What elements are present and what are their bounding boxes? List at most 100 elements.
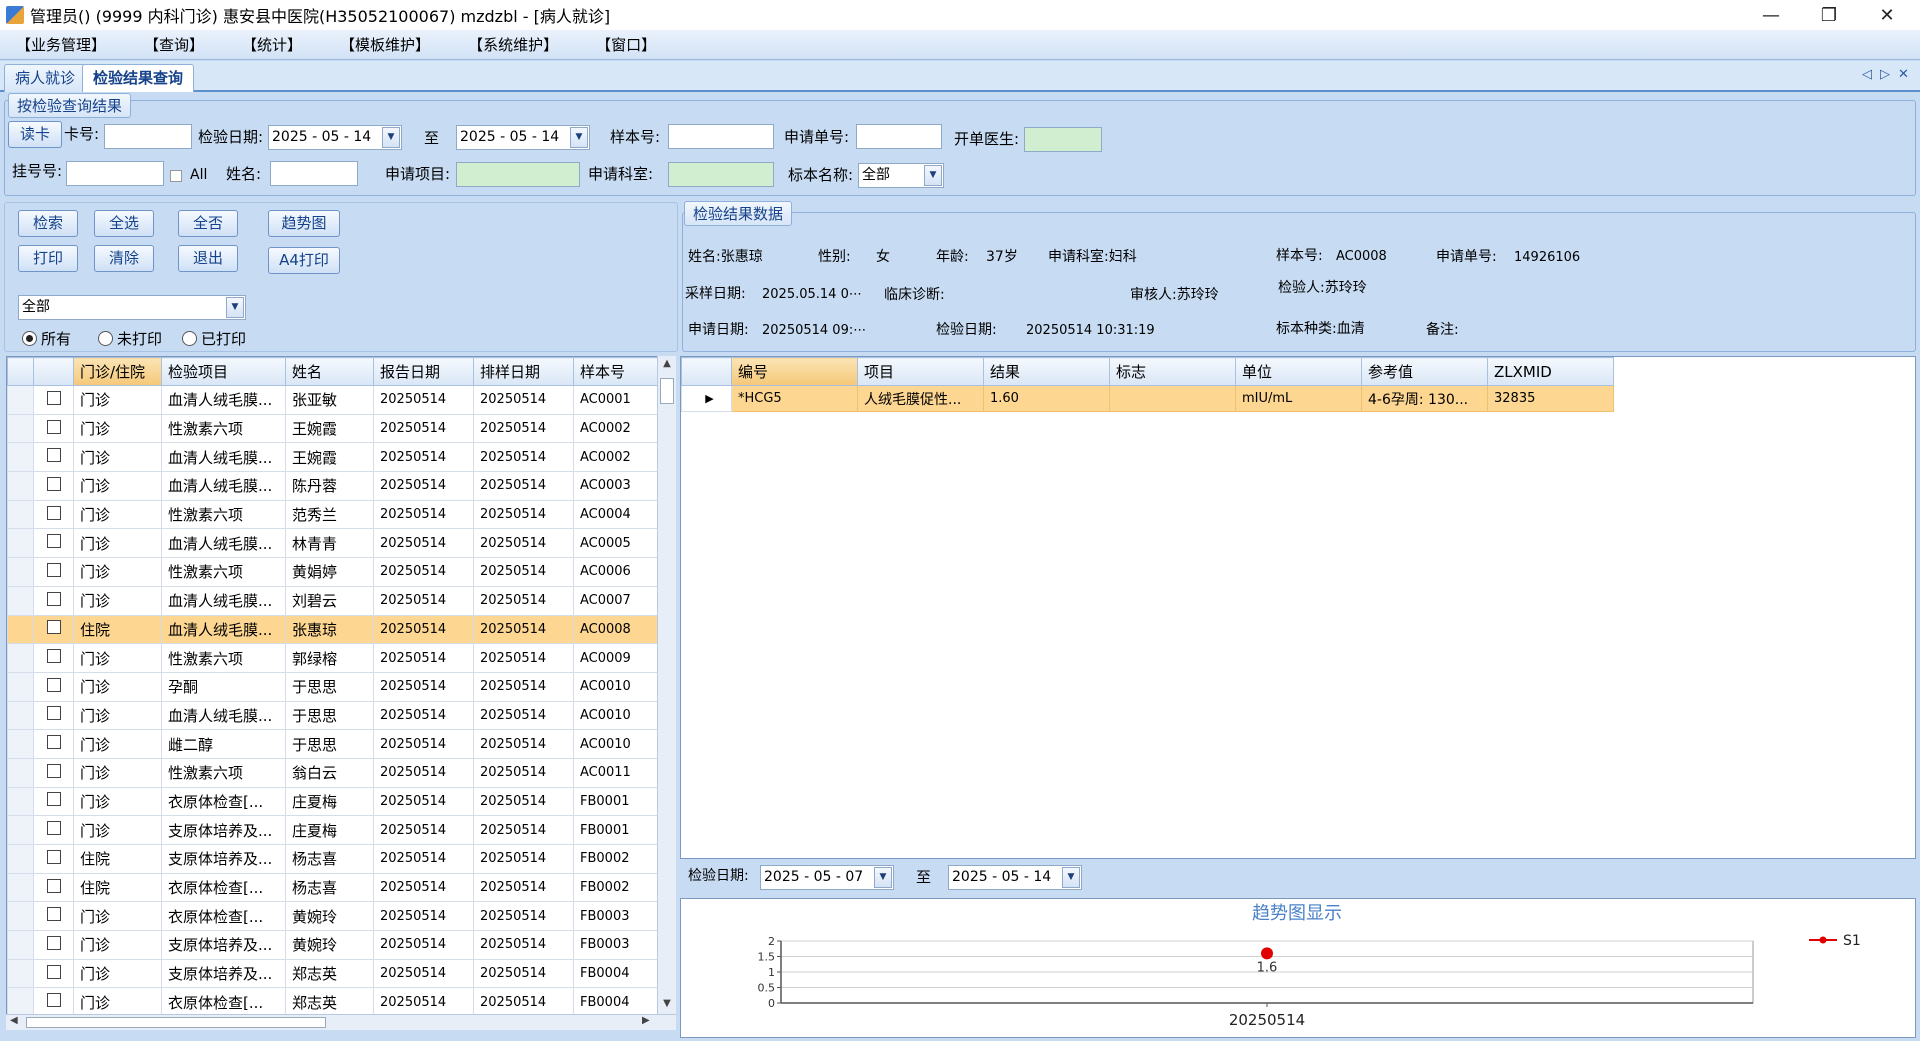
clear-button[interactable]: 清除 — [94, 245, 154, 272]
table-row[interactable]: 住院 衣原体检查[... 杨志喜 20250514 20250514 FB0002 — [7, 872, 658, 903]
col-sort-date[interactable]: 排样日期 — [473, 357, 574, 386]
table-row[interactable]: 门诊 支原体培养及... 庄夏梅 20250514 20250514 FB0001 — [7, 815, 658, 845]
row-header[interactable] — [7, 413, 34, 444]
sample-no-input[interactable] — [668, 124, 774, 149]
scroll-thumb[interactable] — [660, 378, 674, 404]
row-checkbox[interactable] — [46, 419, 61, 434]
row-checkbox[interactable] — [46, 964, 61, 979]
row-checkbox[interactable] — [46, 993, 61, 1008]
menu-window[interactable]: 【窗口】 — [596, 34, 656, 55]
row-checkbox[interactable] — [46, 907, 61, 922]
row-header[interactable] — [7, 872, 34, 903]
row-checkbox[interactable] — [46, 735, 61, 750]
row-checkbox[interactable] — [46, 649, 61, 664]
apply-no-input[interactable] — [856, 124, 942, 149]
list-vertical-scrollbar[interactable]: ▲ ▼ — [657, 356, 676, 1014]
menu-statistics[interactable]: 【统计】 — [242, 34, 302, 55]
row-checkbox[interactable] — [46, 677, 61, 692]
scroll-down-icon[interactable]: ▼ — [660, 998, 674, 1012]
trend-chart-button[interactable]: 趋势图 — [268, 210, 340, 237]
list-horizontal-scrollbar[interactable]: ◀ ▶ — [6, 1014, 676, 1030]
table-row[interactable]: 住院 血清人绒毛膜... 张惠琼 20250514 20250514 AC0008 — [7, 614, 658, 645]
chevron-down-icon[interactable]: ▼ — [382, 127, 400, 148]
table-row[interactable]: 门诊 性激素六项 翁白云 20250514 20250514 AC0011 — [7, 757, 658, 788]
row-checkbox[interactable] — [46, 591, 61, 606]
tab-scroll-right-icon[interactable]: ▷ — [1880, 67, 1890, 82]
table-row[interactable]: 门诊 性激素六项 王婉霞 20250514 20250514 AC0002 — [7, 413, 658, 444]
col-reference[interactable]: 参考值 — [1361, 357, 1488, 386]
apply-item-input[interactable] — [456, 162, 580, 187]
table-row[interactable]: 门诊 血清人绒毛膜... 林青青 20250514 20250514 AC0005 — [7, 528, 658, 559]
col-sample-no[interactable]: 样本号 — [573, 357, 658, 386]
row-header[interactable] — [7, 930, 34, 960]
row-checkbox[interactable] — [46, 935, 61, 950]
select-all-button[interactable]: 全选 — [94, 210, 154, 237]
radio-unprinted[interactable]: 未打印 — [98, 328, 162, 349]
result-row[interactable]: ▶ *HCG5 人绒毛膜促性... 1.60 mIU/mL 4-6孕周: 130… — [681, 385, 1614, 412]
row-header[interactable] — [7, 729, 34, 759]
row-checkbox[interactable] — [46, 620, 61, 635]
menu-template[interactable]: 【模板维护】 — [340, 34, 430, 55]
row-header[interactable] — [7, 585, 34, 616]
table-row[interactable]: 门诊 血清人绒毛膜... 刘碧云 20250514 20250514 AC0007 — [7, 585, 658, 616]
table-row[interactable]: 门诊 支原体培养及... 郑志英 20250514 20250514 FB0004 — [7, 958, 658, 989]
table-row[interactable]: 门诊 雌二醇 于思思 20250514 20250514 AC0010 — [7, 729, 658, 759]
chevron-down-icon[interactable]: ▼ — [1062, 867, 1080, 888]
chevron-down-icon[interactable]: ▼ — [226, 297, 244, 318]
row-header[interactable] — [7, 643, 34, 673]
table-row[interactable]: 门诊 性激素六项 郭绿榕 20250514 20250514 AC0009 — [7, 643, 658, 673]
row-checkbox[interactable] — [46, 706, 61, 721]
tab-patient-visit[interactable]: 病人就诊 — [4, 64, 87, 92]
table-row[interactable]: 门诊 性激素六项 范秀兰 20250514 20250514 AC0004 — [7, 499, 658, 530]
table-row[interactable]: 住院 支原体培养及... 杨志喜 20250514 20250514 FB0002 — [7, 844, 658, 874]
apply-dept-input[interactable] — [668, 162, 774, 187]
menu-query[interactable]: 【查询】 — [144, 34, 204, 55]
row-checkbox[interactable] — [46, 821, 61, 836]
close-button[interactable]: ✕ — [1858, 0, 1916, 30]
row-header[interactable] — [7, 557, 34, 587]
tab-close-icon[interactable]: ✕ — [1898, 67, 1909, 82]
trend-date-from-picker[interactable]: 2025 - 05 - 07 ▼ — [760, 865, 894, 890]
chevron-down-icon[interactable]: ▼ — [874, 867, 892, 888]
select-none-button[interactable]: 全否 — [178, 210, 238, 237]
row-header[interactable] — [7, 614, 34, 645]
row-checkbox[interactable] — [46, 534, 61, 549]
trend-date-to-picker[interactable]: 2025 - 05 - 14 ▼ — [948, 865, 1082, 890]
chevron-down-icon[interactable]: ▼ — [570, 127, 588, 148]
table-row[interactable]: 门诊 衣原体检查[... 郑志英 20250514 20250514 FB0004 — [7, 987, 658, 1018]
tab-lab-result-query[interactable]: 检验结果查询 — [82, 64, 195, 92]
table-row[interactable]: 门诊 血清人绒毛膜... 于思思 20250514 20250514 AC0010 — [7, 700, 658, 731]
chevron-down-icon[interactable]: ▼ — [924, 165, 942, 186]
table-row[interactable]: 门诊 衣原体检查[... 黄婉玲 20250514 20250514 FB0003 — [7, 901, 658, 932]
table-row[interactable]: 门诊 性激素六项 黄娟婷 20250514 20250514 AC0006 — [7, 557, 658, 587]
col-zlxmid[interactable]: ZLXMID — [1487, 357, 1614, 386]
radio-printed[interactable]: 已打印 — [182, 328, 246, 349]
scroll-left-icon[interactable]: ◀ — [10, 1015, 18, 1026]
table-row[interactable]: 门诊 血清人绒毛膜... 张亚敏 20250514 20250514 AC0001 — [7, 385, 658, 415]
row-header[interactable] — [7, 471, 34, 501]
col-exam-item[interactable]: 检验项目 — [161, 357, 286, 386]
row-header[interactable] — [7, 958, 34, 989]
row-checkbox[interactable] — [46, 448, 61, 463]
read-card-button[interactable]: 读卡 — [8, 121, 62, 148]
row-checkbox[interactable] — [46, 878, 61, 893]
search-button[interactable]: 检索 — [18, 210, 78, 237]
table-row[interactable]: 门诊 血清人绒毛膜... 陈丹蓉 20250514 20250514 AC0003 — [7, 471, 658, 501]
row-header[interactable] — [7, 815, 34, 845]
col-report-date[interactable]: 报告日期 — [373, 357, 474, 386]
a4-print-button[interactable]: A4打印 — [268, 247, 340, 274]
date-to-picker[interactable]: 2025 - 05 - 14 ▼ — [456, 125, 590, 150]
tab-scroll-left-icon[interactable]: ◁ — [1862, 67, 1872, 82]
row-header[interactable] — [7, 757, 34, 788]
col-visit-type[interactable]: 门诊/住院 — [73, 357, 162, 386]
print-filter-select[interactable]: 全部 ▼ — [18, 295, 246, 320]
exit-button[interactable]: 退出 — [178, 245, 238, 272]
row-header[interactable] — [7, 987, 34, 1018]
scroll-up-icon[interactable]: ▲ — [660, 358, 674, 372]
row-header[interactable] — [7, 844, 34, 874]
col-result[interactable]: 结果 — [983, 357, 1110, 386]
row-checkbox[interactable] — [46, 505, 61, 520]
reg-no-input[interactable] — [66, 161, 164, 186]
radio-all[interactable]: 所有 — [22, 328, 71, 349]
col-name[interactable]: 姓名 — [285, 357, 374, 386]
